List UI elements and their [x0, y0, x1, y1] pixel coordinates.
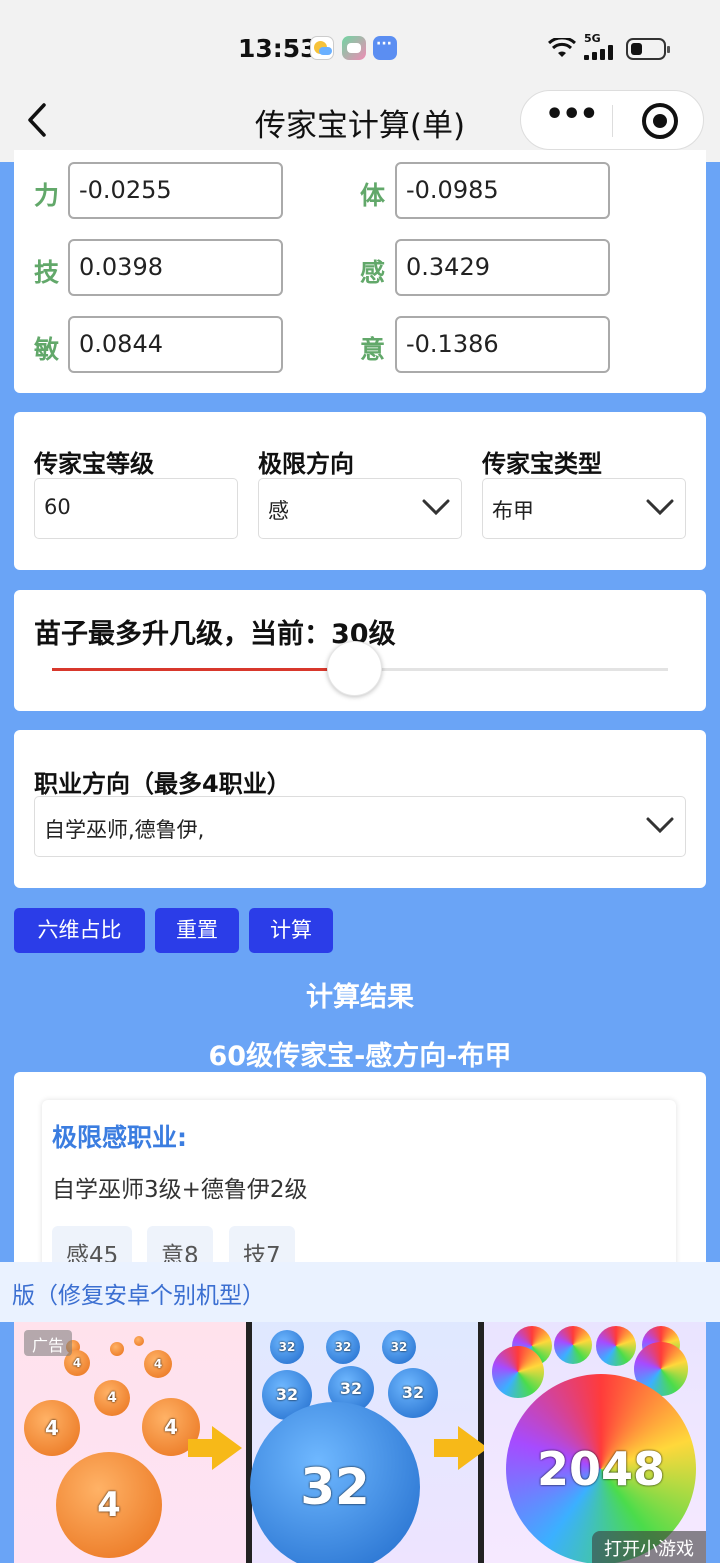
profession-card: 职业方向（最多4职业） 自学巫师,德鲁伊, — [14, 730, 706, 888]
attr-input-yi[interactable]: -0.1386 — [395, 316, 610, 373]
status-time: 13:53 — [238, 34, 318, 63]
ad-lane-right: 2048 — [484, 1322, 706, 1563]
close-target-icon[interactable] — [642, 103, 678, 139]
capsule-divider — [612, 105, 613, 137]
chat-app-icon — [373, 36, 397, 60]
result-card: 极限感职业: 自学巫师3级+德鲁伊2级 感45 意8 技7 — [14, 1072, 706, 1280]
direction-select-value: 感 — [268, 499, 289, 523]
chevron-down-icon — [646, 817, 674, 834]
level-slider-fill — [52, 668, 354, 671]
ad-badge[interactable]: 广告 — [24, 1330, 73, 1356]
direction-select[interactable]: 感 — [258, 478, 462, 539]
attr-input-ji[interactable]: 0.0398 — [68, 239, 283, 296]
attr-input-ti[interactable]: -0.0985 — [395, 162, 610, 219]
nav-bar: 传家宝计算(单) ••• — [0, 84, 720, 158]
more-icon[interactable]: ••• — [545, 100, 599, 135]
profession-select-value: 自学巫师,德鲁伊, — [44, 818, 205, 842]
notice-bar: 版（修复安卓个别机型） — [0, 1262, 720, 1322]
attr-label-ti: 体 — [360, 181, 386, 210]
calculate-button[interactable]: 计算 — [249, 908, 333, 953]
ad-ball-small: 4 — [56, 1452, 162, 1558]
result-item-title: 极限感职业: — [52, 1123, 187, 1152]
result-item: 极限感职业: 自学巫师3级+德鲁伊2级 感45 意8 技7 — [42, 1100, 676, 1280]
level-label: 传家宝等级 — [34, 450, 154, 478]
result-item-text: 自学巫师3级+德鲁伊2级 — [52, 1177, 308, 1203]
wifi-icon — [548, 38, 576, 57]
open-mini-game-button[interactable]: 打开小游戏 — [592, 1531, 706, 1563]
chevron-down-icon — [422, 499, 450, 516]
profession-label: 职业方向（最多4职业） — [34, 770, 291, 798]
battery-icon — [626, 38, 670, 60]
attr-input-li[interactable]: -0.0255 — [68, 162, 283, 219]
result-heading: 计算结果 — [306, 982, 414, 1013]
level-slider-track[interactable] — [52, 641, 668, 696]
type-label: 传家宝类型 — [482, 450, 602, 478]
level-slider-thumb[interactable] — [326, 641, 382, 696]
level-input[interactable]: 60 — [34, 478, 238, 539]
attr-label-ji: 技 — [34, 258, 60, 287]
reset-button[interactable]: 重置 — [155, 908, 239, 953]
game-app-icon — [342, 36, 366, 60]
type-select-value: 布甲 — [492, 499, 534, 523]
direction-label: 极限方向 — [258, 450, 354, 478]
chevron-down-icon — [646, 499, 674, 516]
weather-app-icon — [310, 36, 334, 60]
result-subheading: 60级传家宝-感方向-布甲 — [208, 1041, 512, 1072]
attr-label-min: 敏 — [34, 335, 60, 364]
top-bar: 13:53 5G 传家宝计算(单) ••• — [0, 0, 720, 162]
notice-text: 版（修复安卓个别机型） — [12, 1283, 265, 1309]
ad-banner[interactable]: 4 4 4 4 4 4 32 32 32 32 32 32 32 2048 广告… — [14, 1322, 706, 1563]
settings-card: 传家宝等级 60 极限方向 感 传家宝类型 布甲 — [14, 412, 706, 570]
attr-input-min[interactable]: 0.0844 — [68, 316, 283, 373]
attr-input-gan[interactable]: 0.3429 — [395, 239, 610, 296]
attribute-card: 力 -0.0255 体 -0.0985 技 0.0398 感 0.3429 敏 … — [14, 150, 706, 393]
mini-program-capsule: ••• — [520, 90, 704, 150]
signal-bars-icon — [584, 44, 618, 60]
attr-label-li: 力 — [34, 181, 60, 210]
ratio-button[interactable]: 六维占比 — [14, 908, 145, 953]
attr-label-yi: 意 — [360, 335, 386, 364]
type-select[interactable]: 布甲 — [482, 478, 686, 539]
ad-arrow-icon — [188, 1426, 242, 1470]
attr-label-gan: 感 — [360, 258, 386, 287]
profession-select[interactable]: 自学巫师,德鲁伊, — [34, 796, 686, 857]
status-bar: 13:53 5G — [0, 26, 720, 72]
slider-card: 苗子最多升几级，当前：30级 — [14, 590, 706, 711]
ad-ball-medium: 32 — [250, 1402, 420, 1563]
